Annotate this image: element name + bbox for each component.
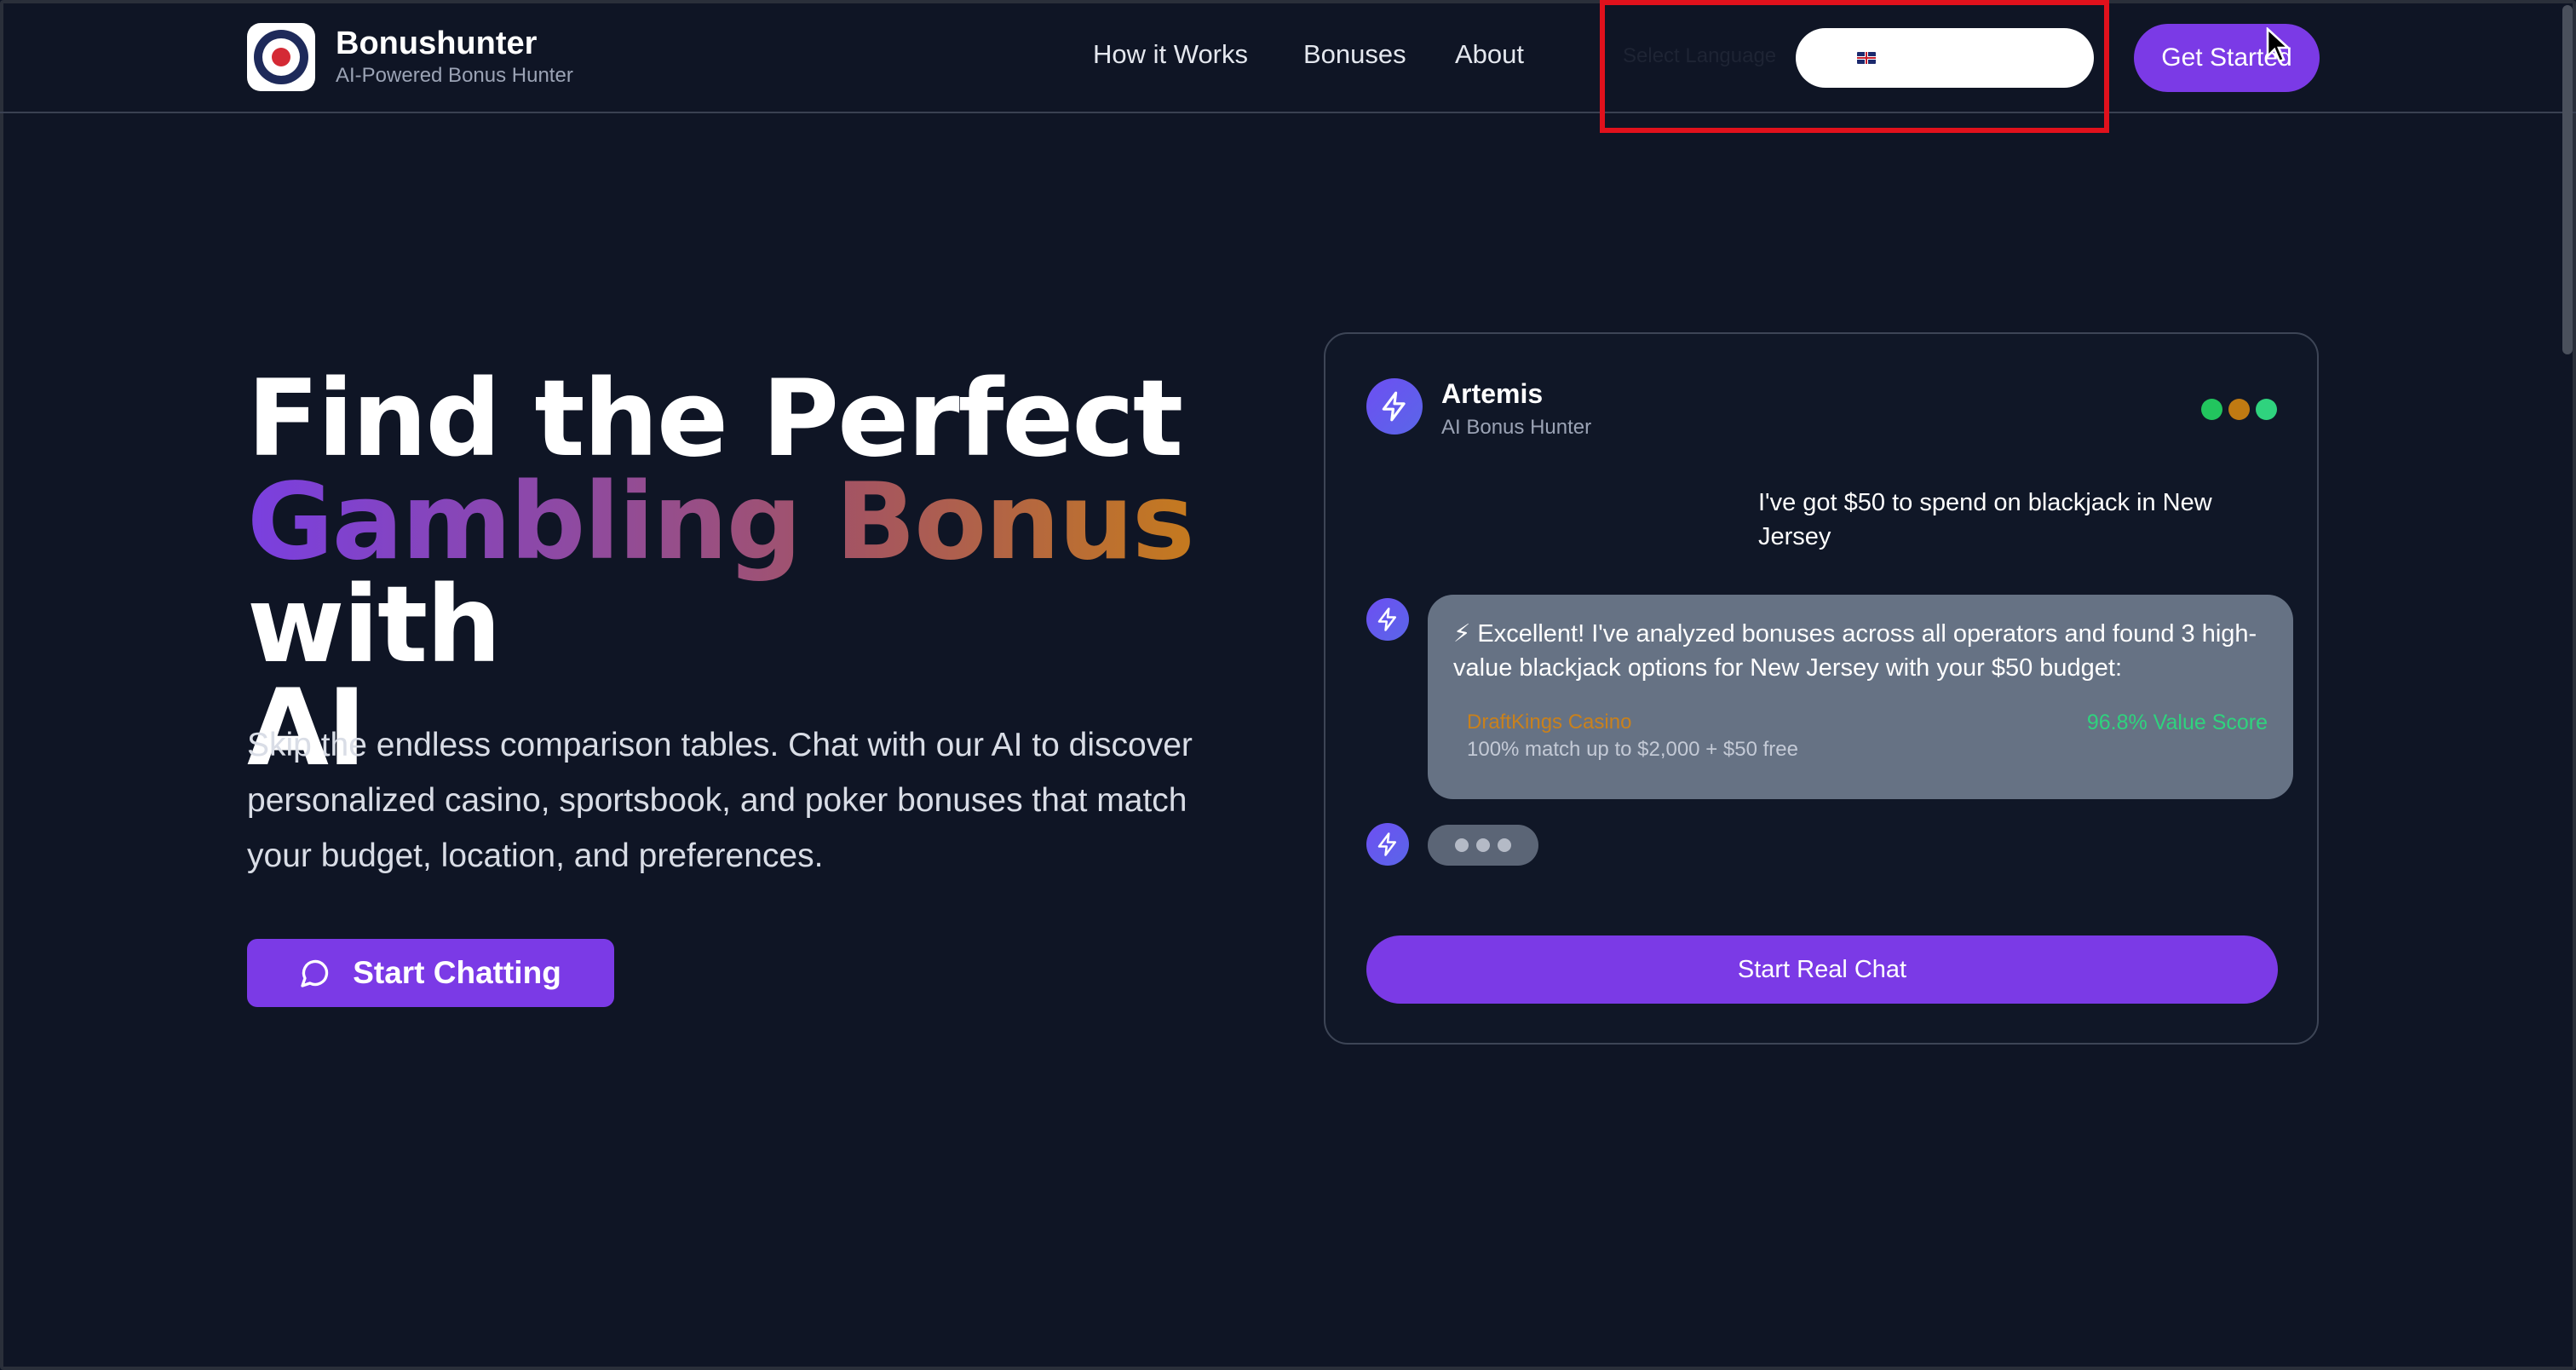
status-dot-amber	[2228, 399, 2250, 420]
offer-name: DraftKings Casino	[1467, 711, 1632, 734]
start-chatting-label: Start Chatting	[353, 955, 561, 990]
hero-title-line1: Find the Perfect	[247, 358, 1183, 481]
mouse-cursor-icon	[2266, 27, 2291, 63]
brand-name: Bonushunter	[336, 26, 538, 61]
site-header: Bonushunter AI-Powered Bonus Hunter How …	[0, 0, 2576, 133]
nav-how-it-works[interactable]: How it Works	[1093, 39, 1248, 70]
start-real-chat-button[interactable]: Start Real Chat	[1366, 935, 2278, 1004]
bot-message: ⚡ Excellent! I've analyzed bonuses acros…	[1453, 620, 2257, 682]
status-dots	[2201, 399, 2277, 420]
language-hint: Select Language	[1623, 44, 1777, 67]
nav-about[interactable]: About	[1455, 39, 1524, 70]
nav-bonuses[interactable]: Bonuses	[1303, 39, 1406, 70]
lightning-icon	[1366, 823, 1409, 866]
page-scrollbar[interactable]	[2562, 5, 2573, 354]
user-message: I've got $50 to spend on blackjack in Ne…	[1758, 489, 2212, 550]
bot-role: AI Bonus Hunter	[1441, 416, 1592, 439]
get-started-button[interactable]: Get Started	[2134, 24, 2320, 92]
uk-flag-icon	[1857, 52, 1876, 64]
bot-message-bubble: ⚡ Excellent! I've analyzed bonuses acros…	[1428, 595, 2293, 799]
bot-name: Artemis	[1441, 378, 1544, 409]
target-logo-icon	[247, 23, 315, 91]
offer-value-score: 96.8% Value Score	[2086, 711, 2268, 734]
typing-indicator	[1428, 825, 1538, 866]
lightning-icon	[1366, 378, 1423, 435]
offer-description: 100% match up to $2,000 + $50 free	[1467, 738, 1798, 761]
brand-tagline: AI-Powered Bonus Hunter	[336, 64, 573, 87]
brand-logo-link[interactable]: Bonushunter AI-Powered Bonus Hunter	[247, 23, 573, 91]
hero-subtitle: Skip the endless comparison tables. Chat…	[247, 727, 1193, 874]
start-chatting-button[interactable]: Start Chatting	[247, 939, 614, 1007]
status-dot-teal	[2256, 399, 2277, 420]
status-dot-green	[2201, 399, 2222, 420]
chat-bubble-icon	[300, 958, 331, 988]
language-select[interactable]	[1796, 28, 2094, 88]
chat-preview-card: Artemis AI Bonus Hunter I've got $50 to …	[1324, 332, 2319, 1045]
lightning-icon	[1366, 598, 1409, 641]
